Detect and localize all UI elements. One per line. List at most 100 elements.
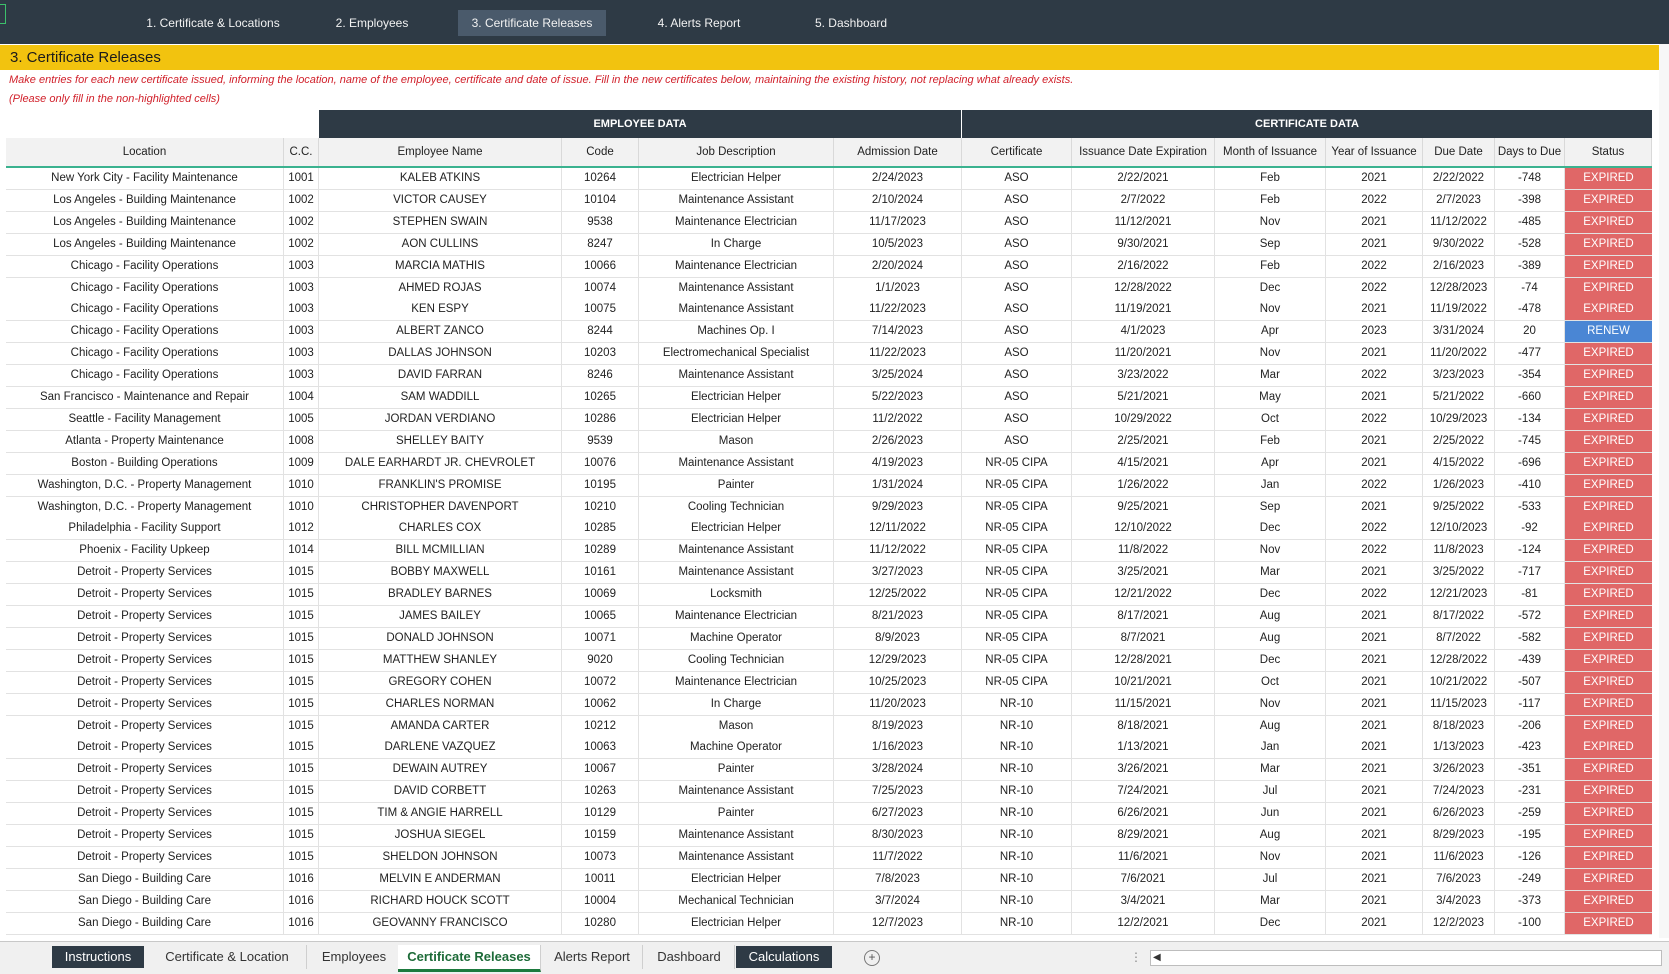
cell-code[interactable]: 10129 (562, 803, 639, 824)
cell-cc[interactable]: 1015 (284, 781, 319, 802)
cell-year-of-issuance[interactable]: 2022 (1326, 365, 1423, 386)
cell-status[interactable]: EXPIRED (1565, 518, 1652, 539)
cell-admission-date[interactable]: 9/29/2023 (834, 497, 962, 518)
cell-cc[interactable]: 1002 (284, 190, 319, 211)
cell-days-to-due[interactable]: -485 (1495, 212, 1565, 233)
cell-month-of-issuance[interactable]: Nov (1215, 847, 1326, 868)
cell-employee-name[interactable]: SHELDON JOHNSON (319, 847, 562, 868)
cell-code[interactable]: 10263 (562, 781, 639, 802)
cell-year-of-issuance[interactable]: 2021 (1326, 803, 1423, 824)
cell-certificate[interactable]: ASO (962, 431, 1072, 452)
cell-issuance-date[interactable]: 11/19/2021 (1072, 299, 1215, 320)
cell-cc[interactable]: 1010 (284, 475, 319, 496)
table-row[interactable]: Detroit - Property Services 1015 TIM & ANG… (6, 803, 1652, 825)
cell-year-of-issuance[interactable]: 2022 (1326, 256, 1423, 277)
cell-year-of-issuance[interactable]: 2021 (1326, 716, 1423, 737)
cell-job-description[interactable]: Mason (639, 716, 834, 737)
cell-code[interactable]: 10286 (562, 409, 639, 430)
cell-certificate[interactable]: ASO (962, 409, 1072, 430)
cell-issuance-date[interactable]: 7/6/2021 (1072, 869, 1215, 890)
cell-code[interactable]: 10065 (562, 606, 639, 627)
cell-employee-name[interactable]: AMANDA CARTER (319, 716, 562, 737)
cell-due-date[interactable]: 12/21/2023 (1423, 584, 1495, 605)
cell-job-description[interactable]: Mechanical Technician (639, 891, 834, 912)
cell-location[interactable]: Detroit - Property Services (6, 650, 284, 671)
table-row[interactable]: San Diego - Building Care 1016 RICHARD HOU… (6, 891, 1652, 913)
cell-code[interactable]: 10063 (562, 737, 639, 758)
cell-cc[interactable]: 1001 (284, 168, 319, 189)
cell-admission-date[interactable]: 7/8/2023 (834, 869, 962, 890)
cell-certificate[interactable]: NR-05 CIPA (962, 584, 1072, 605)
cell-code[interactable]: 10071 (562, 628, 639, 649)
sheet-tab-certificate-releases[interactable]: Certificate Releases (398, 945, 541, 972)
cell-issuance-date[interactable]: 5/21/2021 (1072, 387, 1215, 408)
cell-issuance-date[interactable]: 11/6/2021 (1072, 847, 1215, 868)
cell-status[interactable]: EXPIRED (1565, 540, 1652, 561)
cell-issuance-date[interactable]: 12/10/2022 (1072, 518, 1215, 539)
cell-due-date[interactable]: 11/12/2022 (1423, 212, 1495, 233)
cell-due-date[interactable]: 3/23/2023 (1423, 365, 1495, 386)
cell-cc[interactable]: 1015 (284, 694, 319, 715)
cell-month-of-issuance[interactable]: Sep (1215, 234, 1326, 255)
cell-year-of-issuance[interactable]: 2021 (1326, 453, 1423, 474)
cell-certificate[interactable]: ASO (962, 299, 1072, 320)
table-row[interactable]: Detroit - Property Services 1015 DAVID COR… (6, 781, 1652, 803)
cell-status[interactable]: EXPIRED (1565, 212, 1652, 233)
cell-certificate[interactable]: NR-10 (962, 847, 1072, 868)
cell-issuance-date[interactable]: 3/4/2021 (1072, 891, 1215, 912)
cell-month-of-issuance[interactable]: Feb (1215, 190, 1326, 211)
cell-month-of-issuance[interactable]: Nov (1215, 540, 1326, 561)
cell-job-description[interactable]: Mason (639, 431, 834, 452)
column-header-month-of-issuance[interactable]: Month of Issuance (1215, 138, 1326, 166)
cell-code[interactable]: 9539 (562, 431, 639, 452)
cell-days-to-due[interactable]: -389 (1495, 256, 1565, 277)
cell-location[interactable]: New York City - Facility Maintenance (6, 168, 284, 189)
cell-due-date[interactable]: 3/4/2023 (1423, 891, 1495, 912)
cell-certificate[interactable]: NR-05 CIPA (962, 497, 1072, 518)
cell-job-description[interactable]: Painter (639, 759, 834, 780)
cell-admission-date[interactable]: 1/16/2023 (834, 737, 962, 758)
table-row[interactable]: New York City - Facility Maintenance 1001… (6, 168, 1652, 190)
column-header-certificate[interactable]: Certificate (962, 138, 1072, 166)
cell-location[interactable]: Atlanta - Property Maintenance (6, 431, 284, 452)
cell-admission-date[interactable]: 12/7/2023 (834, 913, 962, 934)
cell-cc[interactable]: 1010 (284, 497, 319, 518)
table-row[interactable]: Chicago - Facility Operations 1003 ALBERT … (6, 321, 1652, 343)
cell-certificate[interactable]: NR-10 (962, 891, 1072, 912)
cell-year-of-issuance[interactable]: 2023 (1326, 321, 1423, 342)
cell-year-of-issuance[interactable]: 2022 (1326, 518, 1423, 539)
cell-code[interactable]: 10066 (562, 256, 639, 277)
cell-month-of-issuance[interactable]: Aug (1215, 716, 1326, 737)
cell-year-of-issuance[interactable]: 2021 (1326, 234, 1423, 255)
cell-month-of-issuance[interactable]: Aug (1215, 825, 1326, 846)
cell-employee-name[interactable]: DEWAIN AUTREY (319, 759, 562, 780)
cell-location[interactable]: Detroit - Property Services (6, 781, 284, 802)
cell-job-description[interactable]: Electrician Helper (639, 518, 834, 539)
cell-job-description[interactable]: Electrician Helper (639, 869, 834, 890)
cell-issuance-date[interactable]: 4/1/2023 (1072, 321, 1215, 342)
cell-status[interactable]: EXPIRED (1565, 365, 1652, 386)
cell-admission-date[interactable]: 1/31/2024 (834, 475, 962, 496)
cell-year-of-issuance[interactable]: 2021 (1326, 672, 1423, 693)
table-row[interactable]: Detroit - Property Services 1015 BOBBY MAX… (6, 562, 1652, 584)
cell-job-description[interactable]: Maintenance Assistant (639, 453, 834, 474)
cell-month-of-issuance[interactable]: Mar (1215, 562, 1326, 583)
cell-employee-name[interactable]: BOBBY MAXWELL (319, 562, 562, 583)
nav-tab-certificate-releases[interactable]: 3. Certificate Releases (458, 10, 606, 36)
cell-days-to-due[interactable]: -354 (1495, 365, 1565, 386)
cell-cc[interactable]: 1015 (284, 737, 319, 758)
cell-admission-date[interactable]: 10/25/2023 (834, 672, 962, 693)
cell-days-to-due[interactable]: -528 (1495, 234, 1565, 255)
cell-month-of-issuance[interactable]: Feb (1215, 256, 1326, 277)
table-row[interactable]: Detroit - Property Services 1015 SHELDON J… (6, 847, 1652, 869)
cell-job-description[interactable]: Maintenance Assistant (639, 190, 834, 211)
cell-due-date[interactable]: 2/16/2023 (1423, 256, 1495, 277)
cell-issuance-date[interactable]: 1/26/2022 (1072, 475, 1215, 496)
cell-certificate[interactable]: NR-10 (962, 913, 1072, 934)
cell-location[interactable]: Detroit - Property Services (6, 759, 284, 780)
cell-due-date[interactable]: 10/21/2022 (1423, 672, 1495, 693)
cell-admission-date[interactable]: 12/29/2023 (834, 650, 962, 671)
cell-cc[interactable]: 1012 (284, 518, 319, 539)
cell-due-date[interactable]: 11/19/2022 (1423, 299, 1495, 320)
cell-cc[interactable]: 1003 (284, 365, 319, 386)
